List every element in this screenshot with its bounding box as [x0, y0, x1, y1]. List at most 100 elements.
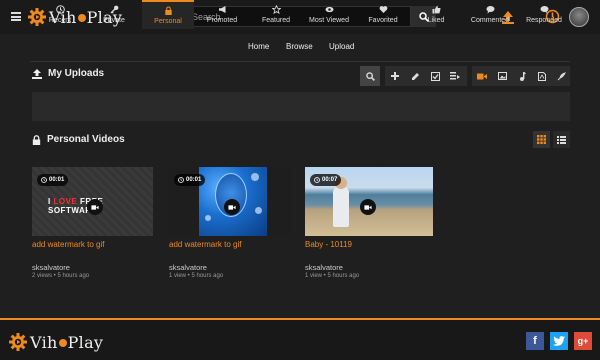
- video-thumbnail[interactable]: 00:01: [169, 167, 290, 236]
- tab-label: Liked: [427, 17, 445, 24]
- quill-icon: [557, 71, 566, 80]
- section-title: Personal Videos: [47, 134, 125, 145]
- section-heading: Personal Videos: [32, 134, 125, 145]
- pencil-icon: [411, 72, 419, 80]
- select-button[interactable]: [425, 66, 445, 86]
- uploads-title: My Uploads: [48, 68, 105, 79]
- video-card[interactable]: 00:01 add watermark to gif sksalvatore 1…: [169, 167, 290, 279]
- filter-tabs: [32, 92, 570, 121]
- video-card[interactable]: I LOVE FREE SOFTWARE 00:01 add watermark…: [32, 167, 153, 279]
- tab-private[interactable]: Private: [88, 0, 140, 29]
- thumbs-up-icon: [432, 5, 441, 14]
- tab-commented[interactable]: Commented: [464, 0, 516, 29]
- video-camera-icon: [228, 204, 236, 210]
- lock-icon: [164, 6, 172, 15]
- tab-label: Private: [103, 17, 125, 24]
- nav-home[interactable]: Home: [248, 42, 269, 51]
- search-icon: [365, 71, 375, 81]
- video-user[interactable]: sksalvatore: [32, 263, 70, 272]
- clock-icon: [314, 177, 320, 183]
- add-button[interactable]: [385, 66, 405, 86]
- video-meta: 1 view • 5 hours ago: [305, 273, 360, 279]
- media-photos-button[interactable]: [492, 66, 512, 86]
- uploads-heading: My Uploads: [32, 68, 104, 79]
- video-meta: 2 views • 5 hours ago: [32, 273, 90, 279]
- tab-promoted[interactable]: Promoted: [196, 0, 248, 29]
- megaphone-icon: [218, 6, 225, 13]
- tab-label: Favorited: [368, 17, 398, 24]
- video-type-badge: [224, 199, 240, 215]
- tab-liked[interactable]: Liked: [410, 0, 462, 29]
- comment-icon: [486, 6, 494, 14]
- tab-favorited[interactable]: Favorited: [358, 0, 408, 29]
- tab-most-viewed[interactable]: Most Viewed: [302, 0, 356, 29]
- video-thumbnail[interactable]: I LOVE FREE SOFTWARE 00:01: [32, 167, 153, 236]
- search-videos-button[interactable]: [360, 66, 380, 86]
- duration-label: 00:07: [322, 177, 338, 183]
- clock-icon: [41, 177, 47, 183]
- duration-label: 00:01: [186, 177, 202, 183]
- tab-label: Promoted: [206, 17, 238, 24]
- grid-view-button[interactable]: [533, 131, 550, 148]
- thumbnail-image: [333, 187, 349, 227]
- upload-icon: [32, 68, 42, 79]
- tab-responded[interactable]: Responded: [518, 0, 570, 29]
- video-meta: 1 view • 5 hours ago: [169, 273, 224, 279]
- video-thumbnail[interactable]: 00:07: [305, 167, 433, 236]
- video-title[interactable]: Baby - 10119: [305, 240, 352, 249]
- nav-upload[interactable]: Upload: [329, 42, 354, 51]
- facebook-icon[interactable]: f: [526, 332, 544, 350]
- media-documents-button[interactable]: [532, 66, 552, 86]
- tab-featured[interactable]: Featured: [250, 0, 302, 29]
- playlist-button[interactable]: [445, 66, 465, 86]
- media-videos-button[interactable]: [472, 66, 492, 86]
- lock-icon: [32, 134, 41, 145]
- video-title[interactable]: add watermark to gif: [32, 240, 104, 249]
- google-plus-icon[interactable]: g+: [574, 332, 592, 350]
- tab-label: Featured: [261, 17, 291, 24]
- tab-label: Personal: [154, 18, 182, 25]
- logo-gear-icon: [9, 333, 27, 351]
- duration-badge: 00:01: [174, 174, 206, 186]
- video-user[interactable]: sksalvatore: [169, 263, 207, 272]
- key-icon: [110, 5, 118, 14]
- eye-icon: [325, 6, 333, 13]
- tab-label: Responded: [526, 17, 562, 24]
- twitter-bird-icon: [553, 336, 565, 346]
- video-card[interactable]: 00:07 Baby - 10119 sksalvatore 1 view • …: [305, 167, 433, 279]
- video-camera-icon: [364, 204, 372, 210]
- duration-badge: 00:07: [310, 174, 342, 186]
- photo-icon: [497, 72, 507, 80]
- list-icon: [557, 135, 566, 144]
- grid-icon: [537, 135, 546, 144]
- tab-personal[interactable]: Personal: [142, 0, 194, 29]
- video-user[interactable]: sksalvatore: [305, 263, 343, 272]
- tab-label: Recent: [48, 17, 72, 24]
- tab-recent[interactable]: Recent: [34, 0, 86, 29]
- logo-text: Vih Play: [30, 332, 104, 352]
- star-icon: [271, 5, 281, 14]
- duration-label: 00:01: [49, 177, 65, 183]
- video-type-badge: [87, 199, 103, 215]
- avatar[interactable]: [569, 7, 589, 27]
- video-title[interactable]: add watermark to gif: [169, 240, 241, 249]
- music-note-icon: [519, 71, 526, 81]
- footer-logo[interactable]: Vih Play: [8, 331, 103, 353]
- video-camera-icon: [91, 204, 99, 210]
- nav-browse[interactable]: Browse: [286, 42, 313, 51]
- tab-label: Most Viewed: [309, 17, 349, 24]
- heart-icon: [379, 6, 387, 13]
- playlist-icon: [450, 72, 460, 80]
- media-audio-button[interactable]: [512, 66, 532, 86]
- main-nav: Home Browse Upload: [0, 42, 600, 54]
- plus-icon: [391, 72, 399, 80]
- clock-icon: [55, 5, 65, 14]
- media-blogs-button[interactable]: [552, 66, 570, 86]
- checkbox-icon: [430, 71, 440, 81]
- edit-button[interactable]: [405, 66, 425, 86]
- list-view-button[interactable]: [553, 131, 570, 148]
- twitter-icon[interactable]: [550, 332, 568, 350]
- menu-icon[interactable]: [11, 12, 21, 21]
- divider: [30, 61, 570, 62]
- pdf-file-icon: [538, 71, 546, 81]
